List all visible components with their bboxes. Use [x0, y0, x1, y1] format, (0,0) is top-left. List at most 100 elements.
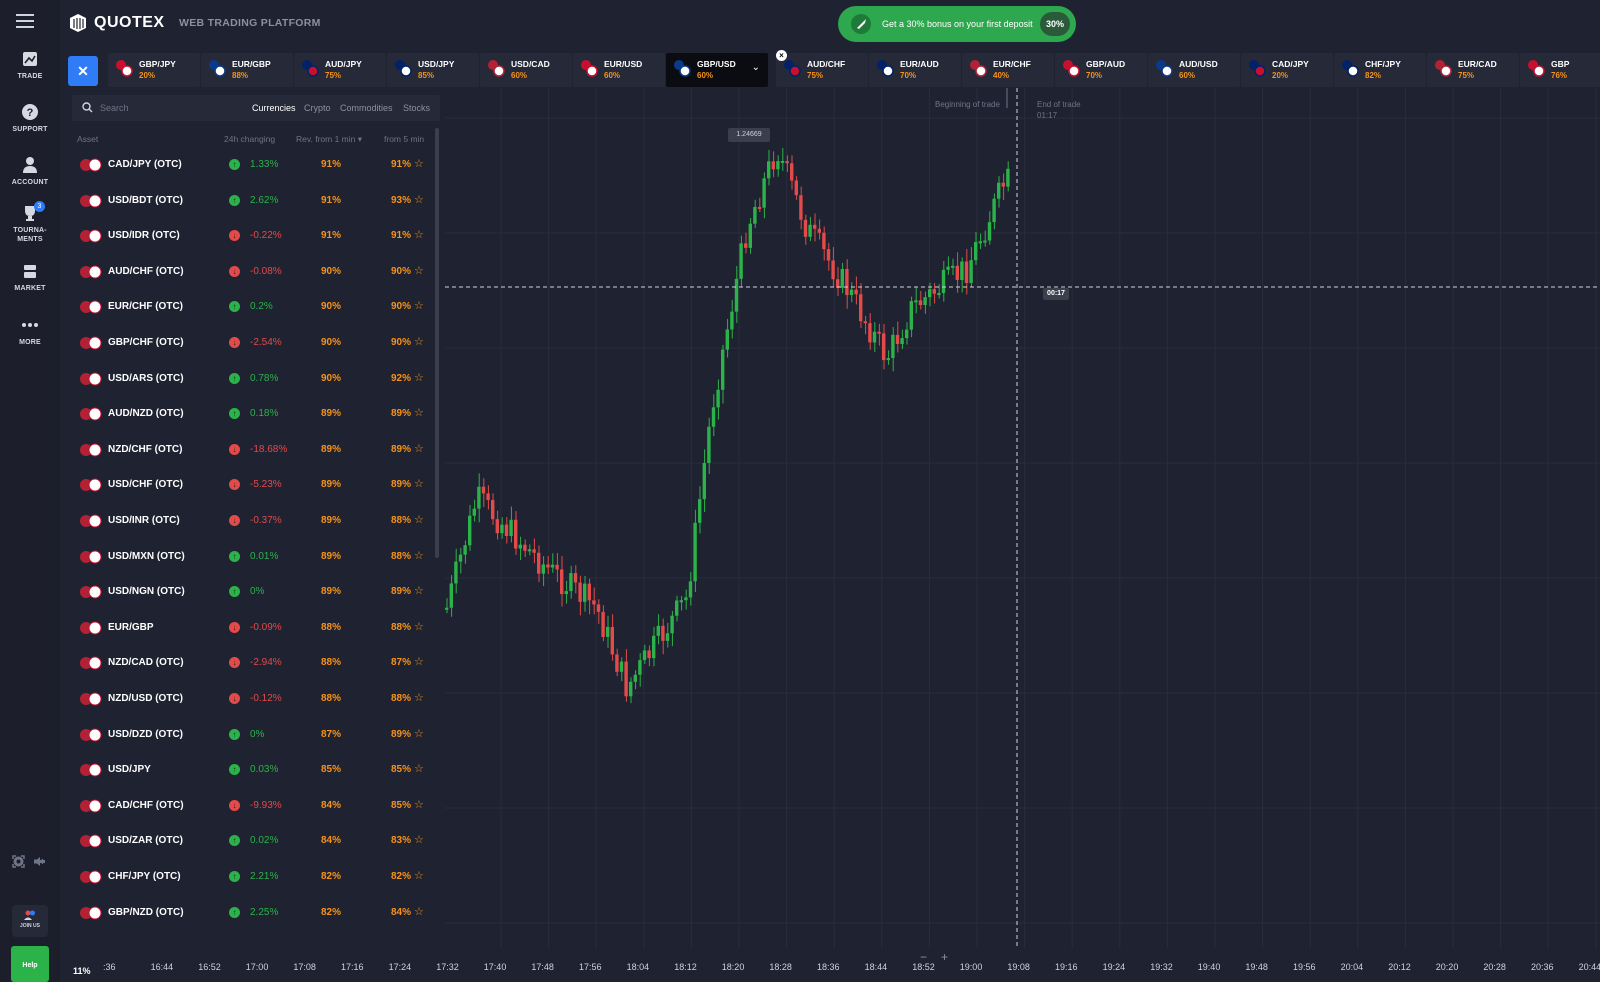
close-tab-icon[interactable]: × [776, 50, 787, 61]
favorite-star-icon[interactable]: ☆ [414, 513, 424, 526]
candle-body [481, 486, 486, 494]
gear-icon[interactable] [12, 855, 25, 868]
category-tab-currencies[interactable]: Currencies [252, 103, 296, 113]
close-asset-panel-button[interactable]: ✕ [68, 56, 98, 86]
asset-tab-eur-chf[interactable]: EUR/CHF 40% [962, 53, 1054, 87]
sound-icon[interactable] [33, 855, 46, 868]
asset-list-scrollbar[interactable] [435, 128, 439, 558]
asset-row[interactable]: CAD/JPY (OTC) ↑ 1.33% 91% 91% ☆ [72, 149, 424, 181]
favorite-star-icon[interactable]: ☆ [414, 406, 424, 419]
favorite-star-icon[interactable]: ☆ [414, 371, 424, 384]
nav-more[interactable]: MORE [0, 316, 60, 347]
asset-tab-eur-gbp[interactable]: EUR/GBP 88% [201, 53, 293, 87]
nav-market[interactable]: MARKET [0, 262, 60, 293]
candle-body [799, 195, 803, 220]
candle-body [624, 661, 628, 697]
asset-row[interactable]: CHF/JPY (OTC) ↑ 2.21% 82% 82% ☆ [72, 861, 424, 893]
asset-row[interactable]: AUD/NZD (OTC) ↑ 0.18% 89% 89% ☆ [72, 398, 424, 430]
asset-row[interactable]: NZD/CAD (OTC) ↓ -2.94% 88% 87% ☆ [72, 647, 424, 679]
asset-row[interactable]: GBP/NZD (OTC) ↑ 2.25% 82% 84% ☆ [72, 897, 424, 929]
asset-row[interactable]: GBP/CHF (OTC) ↓ -2.54% 90% 90% ☆ [72, 327, 424, 359]
arrow-down-icon: ↓ [229, 621, 240, 633]
asset-list-panel: Currencies Crypto Commodities Stocks Ass… [72, 95, 440, 947]
candle-body [1001, 182, 1005, 187]
asset-row[interactable]: EUR/CHF (OTC) ↑ 0.2% 90% 90% ☆ [72, 291, 424, 323]
asset-row[interactable]: AUD/CHF (OTC) ↓ -0.08% 90% 90% ☆ [72, 256, 424, 288]
asset-name: EUR/GBP [108, 621, 154, 633]
candle-body [964, 261, 969, 283]
nav-trade[interactable]: TRADE [0, 50, 60, 81]
column-header-24h-change[interactable]: 24h changing [224, 134, 275, 144]
asset-row[interactable]: USD/MXN (OTC) ↑ 0.01% 89% 88% ☆ [72, 541, 424, 573]
beginning-of-trade-label: Beginning of trade [935, 100, 1000, 109]
asset-tab-gbp[interactable]: GBP 76% [1520, 53, 1600, 87]
asset-row[interactable]: USD/NGN (OTC) ↑ 0% 89% 89% ☆ [72, 576, 424, 608]
category-tab-stocks[interactable]: Stocks [403, 103, 430, 113]
search-input[interactable] [100, 100, 240, 116]
asset-row[interactable]: NZD/USD (OTC) ↓ -0.12% 88% 88% ☆ [72, 683, 424, 715]
time-axis-label: 17:48 [531, 962, 554, 972]
favorite-star-icon[interactable]: ☆ [414, 157, 424, 170]
favorite-star-icon[interactable]: ☆ [414, 584, 424, 597]
candlestick-chart[interactable] [445, 88, 1600, 948]
asset-tab-aud-jpy[interactable]: AUD/JPY 75% [294, 53, 386, 87]
favorite-star-icon[interactable]: ☆ [414, 727, 424, 740]
favorite-star-icon[interactable]: ☆ [414, 620, 424, 633]
favorite-star-icon[interactable]: ☆ [414, 833, 424, 846]
asset-row[interactable]: USD/ZAR (OTC) ↑ 0.02% 84% 83% ☆ [72, 825, 424, 857]
hamburger-menu-button[interactable] [16, 14, 34, 28]
favorite-star-icon[interactable]: ☆ [414, 869, 424, 882]
join-us-button[interactable]: JOIN US [12, 905, 48, 937]
asset-tab-cad-jpy[interactable]: CAD/JPY 20% [1241, 53, 1333, 87]
asset-rev-5min: 90% [391, 301, 412, 313]
asset-tab-aud-chf[interactable]: AUD/CHF 75% [776, 53, 868, 87]
favorite-star-icon[interactable]: ☆ [414, 264, 424, 277]
favorite-star-icon[interactable]: ☆ [414, 762, 424, 775]
category-tab-crypto[interactable]: Crypto [304, 103, 331, 113]
asset-row[interactable]: USD/BDT (OTC) ↑ 2.62% 91% 93% ☆ [72, 185, 424, 217]
asset-tab-gbp-aud[interactable]: GBP/AUD 70% [1055, 53, 1147, 87]
column-header-rev-1min[interactable]: Rev. from 1 min ▾ [296, 134, 362, 145]
chevron-down-icon[interactable]: ⌄ [752, 62, 760, 73]
app-logo[interactable]: QUOTEX [68, 13, 165, 33]
asset-tab-aud-usd[interactable]: AUD/USD 60% [1148, 53, 1240, 87]
favorite-star-icon[interactable]: ☆ [414, 442, 424, 455]
asset-row[interactable]: USD/IDR (OTC) ↓ -0.22% 91% 91% ☆ [72, 220, 424, 252]
asset-tab-eur-aud[interactable]: EUR/AUD 70% [869, 53, 961, 87]
candle-body [578, 582, 582, 602]
nav-tournaments[interactable]: 3 TOURNA- MENTS [0, 201, 60, 244]
favorite-star-icon[interactable]: ☆ [414, 655, 424, 668]
asset-row[interactable]: USD/DZD (OTC) ↑ 0% 87% 89% ☆ [72, 719, 424, 751]
asset-tab-usd-cad[interactable]: USD/CAD 60% [480, 53, 572, 87]
column-header-rev-5min[interactable]: from 5 min [384, 134, 424, 144]
favorite-star-icon[interactable]: ☆ [414, 335, 424, 348]
asset-tab-chf-jpy[interactable]: CHF/JPY 82% [1334, 53, 1426, 87]
favorite-star-icon[interactable]: ☆ [414, 193, 424, 206]
favorite-star-icon[interactable]: ☆ [414, 477, 424, 490]
asset-tab-usd-jpy[interactable]: USD/JPY 85% [387, 53, 479, 87]
asset-row[interactable]: USD/CHF (OTC) ↓ -5.23% 89% 89% ☆ [72, 469, 424, 501]
asset-row[interactable]: USD/INR (OTC) ↓ -0.37% 89% 88% ☆ [72, 505, 424, 537]
asset-tab-eur-cad[interactable]: EUR/CAD 75% [1427, 53, 1519, 87]
candle-body [463, 545, 467, 555]
asset-row[interactable]: NZD/CHF (OTC) ↓ -18.68% 89% 89% ☆ [72, 434, 424, 466]
asset-row[interactable]: USD/JPY ↑ 0.03% 85% 85% ☆ [72, 754, 424, 786]
asset-row[interactable]: EUR/GBP ↓ -0.09% 88% 88% ☆ [72, 612, 424, 644]
category-tab-commodities[interactable]: Commodities [340, 103, 393, 113]
asset-tab-gbp-jpy[interactable]: GBP/JPY 20% [108, 53, 200, 87]
favorite-star-icon[interactable]: ☆ [414, 549, 424, 562]
favorite-star-icon[interactable]: ☆ [414, 691, 424, 704]
asset-tab-gbp-usd[interactable]: GBP/USD 60% ⌄ [666, 53, 768, 87]
candle-body [937, 293, 941, 296]
asset-tab-eur-usd[interactable]: EUR/USD 60% [573, 53, 665, 87]
favorite-star-icon[interactable]: ☆ [414, 905, 424, 918]
favorite-star-icon[interactable]: ☆ [414, 299, 424, 312]
nav-support[interactable]: ? SUPPORT [0, 103, 60, 134]
favorite-star-icon[interactable]: ☆ [414, 798, 424, 811]
asset-row[interactable]: USD/ARS (OTC) ↑ 0.78% 90% 92% ☆ [72, 363, 424, 395]
bonus-promo-banner[interactable]: Get a 30% bonus on your first deposit 30… [838, 6, 1076, 42]
asset-name: GBP/CHF (OTC) [108, 337, 184, 348]
asset-row[interactable]: CAD/CHF (OTC) ↓ -9.93% 84% 85% ☆ [72, 790, 424, 822]
nav-account[interactable]: ACCOUNT [0, 156, 60, 187]
favorite-star-icon[interactable]: ☆ [414, 228, 424, 241]
